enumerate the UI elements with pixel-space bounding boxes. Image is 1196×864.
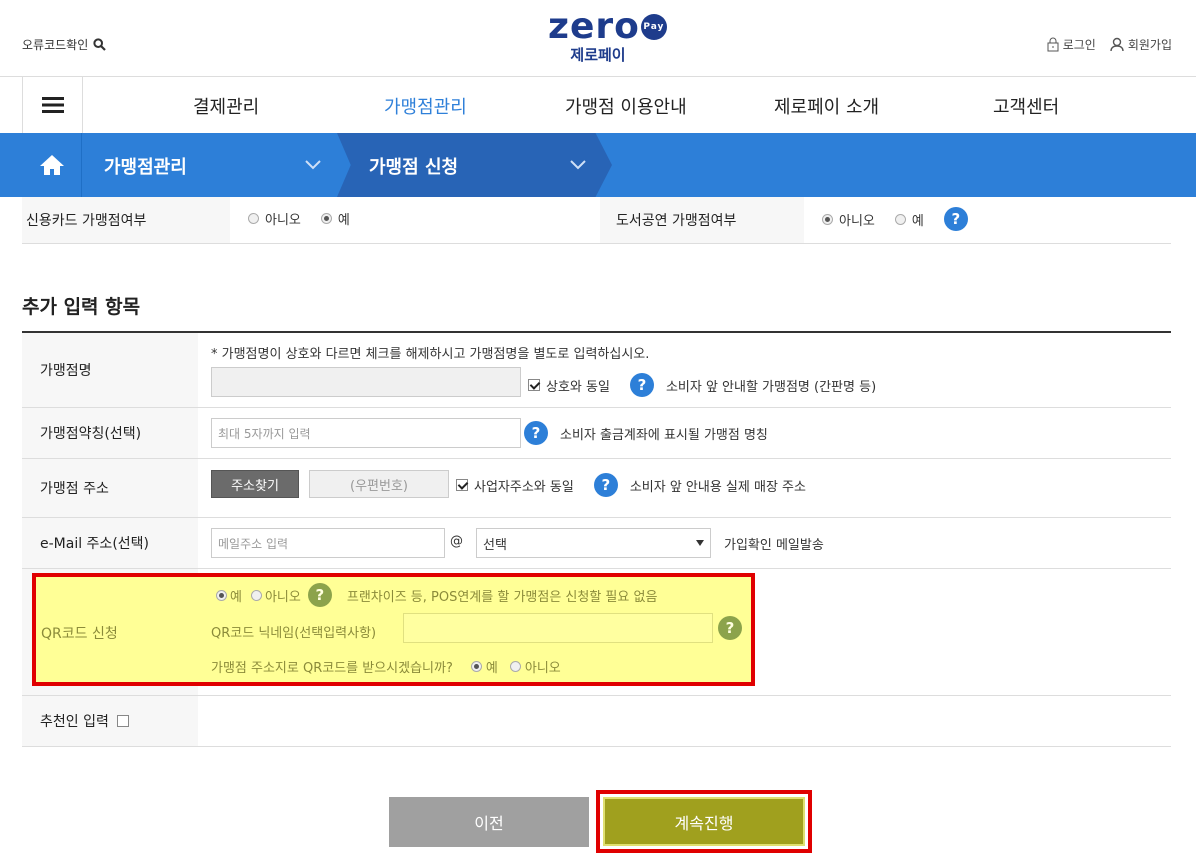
- store-abbreviation-help-text: 소비자 출금계좌에 표시될 가맹점 명칭: [560, 427, 768, 443]
- referrer-label: 추천인 입력: [40, 714, 109, 730]
- qr-address-no-label: 아니오: [524, 661, 561, 676]
- help-icon[interactable]: ?: [307, 583, 332, 607]
- email-id-input[interactable]: 메일주소 입력: [211, 528, 445, 558]
- store-name-row: 가맹점명 * 가맹점명이 상호와 다르면 체크를 해제하시고 가맹점명을 별도로…: [22, 333, 1171, 408]
- section-title: 추가 입력 항목: [22, 296, 141, 318]
- email-domain-selected: 선택: [483, 537, 507, 553]
- qr-address-yes-label: 예: [485, 661, 498, 676]
- nav-payment-management[interactable]: 결제관리: [193, 93, 259, 119]
- qr-yes-radio[interactable]: [216, 589, 227, 601]
- home-button[interactable]: [22, 133, 82, 197]
- chevron-down-icon: [305, 160, 321, 170]
- help-icon[interactable]: ?: [718, 616, 742, 640]
- nav-merchant-management[interactable]: 가맹점관리: [384, 93, 467, 119]
- main-navigation: 결제관리 가맹점관리 가맹점 이용안내 제로페이 소개 고객센터: [22, 77, 1171, 133]
- user-icon: [1110, 37, 1124, 52]
- breadcrumb-level2[interactable]: 가맹점 신청: [337, 133, 612, 197]
- menu-button[interactable]: [23, 77, 83, 133]
- location-bar: 가맹점관리 가맹점 신청: [0, 133, 1196, 197]
- qr-no-radio[interactable]: [250, 589, 262, 601]
- email-domain-select[interactable]: 선택: [476, 528, 711, 558]
- hamburger-icon: [41, 97, 64, 113]
- email-label: e-Mail 주소(선택): [22, 518, 198, 568]
- book-yes-radio[interactable]: [894, 213, 906, 225]
- same-as-business-address-checkbox[interactable]: [456, 479, 468, 491]
- error-code-check-label: 오류코드확인: [22, 38, 89, 52]
- credit-card-merchant-label: 신용카드 가맹점여부: [22, 197, 230, 243]
- store-abbreviation-label: 가맹점약칭(선택): [22, 408, 198, 458]
- qr-code-label: QR코드 신청: [41, 626, 118, 642]
- qr-note: 프랜차이즈 등, POS연계를 할 가맹점은 신청할 필요 없음: [346, 589, 658, 605]
- qr-nickname-input[interactable]: [403, 613, 713, 643]
- continue-button[interactable]: 계속진행: [603, 797, 805, 846]
- store-name-label: 가맹점명: [22, 333, 198, 407]
- store-address-row: 가맹점 주소 주소찾기 (우편번호) 사업자주소와 동일 ? 소비자 앞 안내용…: [22, 459, 1171, 518]
- prev-button[interactable]: 이전: [389, 797, 589, 847]
- logo-wordmark: zero: [548, 6, 640, 47]
- nav-customer-center[interactable]: 고객센터: [993, 93, 1059, 119]
- book-yes-label: 예: [911, 213, 924, 229]
- dropdown-arrow-icon: [696, 540, 704, 546]
- breadcrumb-level1[interactable]: 가맹점관리: [82, 133, 337, 197]
- referrer-header: 추천인 입력: [22, 696, 198, 746]
- book-no-radio[interactable]: [822, 213, 833, 225]
- qr-highlight-box: QR코드 신청 예 아니오 ? 프랜차이즈 등, POS연계를 할 가맹점은 신…: [32, 573, 755, 686]
- same-as-company-label: 상호와 동일: [546, 379, 610, 395]
- qr-no-label: 아니오: [264, 589, 301, 605]
- qr-nickname-label: QR코드 닉네임(선택입력사항): [211, 626, 377, 641]
- zipcode-field[interactable]: (우편번호): [309, 470, 449, 498]
- book-no-label: 아니오: [839, 213, 875, 229]
- nav-zeropay-intro[interactable]: 제로페이 소개: [774, 93, 879, 119]
- logo-pay-badge: Pay: [640, 14, 667, 40]
- login-label: 로그인: [1062, 38, 1096, 52]
- signup-link[interactable]: 회원가입: [1110, 36, 1172, 53]
- next-button-highlight: 계속진행: [596, 790, 812, 853]
- store-address-label: 가맹점 주소: [22, 459, 198, 517]
- store-name-note: * 가맹점명이 상호와 다르면 체크를 해제하시고 가맹점명을 별도로 입력하십…: [211, 347, 650, 362]
- same-as-business-address-label: 사업자주소와 동일: [474, 479, 574, 495]
- referrer-checkbox[interactable]: [116, 715, 129, 727]
- search-icon: [93, 38, 107, 51]
- chevron-down-icon: [570, 160, 586, 170]
- store-address-help-text: 소비자 앞 안내용 실제 매장 주소: [629, 479, 806, 495]
- store-abbreviation-input[interactable]: 최대 5자까지 입력: [211, 418, 521, 448]
- credit-yes-radio[interactable]: [320, 213, 332, 224]
- lock-icon: [1047, 37, 1059, 52]
- credit-no-label: 아니오: [265, 213, 301, 228]
- nav-merchant-guide[interactable]: 가맹점 이용안내: [565, 93, 687, 119]
- breadcrumb-level1-label: 가맹점관리: [104, 157, 187, 178]
- top-header: 오류코드확인 zero Pay 제로페이 로그인 회원가입: [0, 0, 1196, 77]
- book-merchant-label: 도서공연 가맹점여부: [600, 197, 804, 243]
- referrer-row: 추천인 입력: [22, 696, 1171, 747]
- zeropay-logo[interactable]: zero Pay 제로페이: [548, 6, 667, 68]
- merchant-type-row: 신용카드 가맹점여부 아니오 예 도서공연 가맹점여부 아니오 예 ?: [22, 197, 1171, 244]
- store-name-help-text: 소비자 앞 안내할 가맹점명 (간판명 등): [665, 379, 877, 395]
- store-abbreviation-row: 가맹점약칭(선택) 최대 5자까지 입력 ? 소비자 출금계좌에 표시될 가맹점…: [22, 408, 1171, 459]
- home-icon: [39, 155, 64, 175]
- credit-no-radio[interactable]: [248, 213, 259, 224]
- error-code-check-link[interactable]: 오류코드확인: [22, 36, 107, 53]
- email-row: e-Mail 주소(선택) 메일주소 입력 @ 선택 가입확인 메일발송: [22, 518, 1171, 569]
- qr-address-no-radio[interactable]: [509, 661, 521, 672]
- qr-address-yes-radio[interactable]: [470, 661, 482, 672]
- qr-yes-label: 예: [230, 589, 242, 605]
- login-link[interactable]: 로그인: [1047, 36, 1096, 53]
- email-note: 가입확인 메일발송: [724, 538, 824, 553]
- help-icon[interactable]: ?: [943, 207, 968, 231]
- logo-korean-name: 제로페이: [570, 46, 626, 64]
- qr-address-question: 가맹점 주소지로 QR코드를 받으시겠습니까?: [211, 661, 453, 676]
- signup-label: 회원가입: [1127, 38, 1172, 52]
- credit-yes-label: 예: [337, 213, 350, 228]
- address-search-button[interactable]: 주소찾기: [211, 470, 299, 498]
- help-icon[interactable]: ?: [524, 421, 548, 445]
- help-icon[interactable]: ?: [593, 473, 618, 497]
- help-icon[interactable]: ?: [629, 373, 654, 397]
- store-name-input[interactable]: [211, 367, 521, 397]
- same-as-company-checkbox[interactable]: [528, 379, 540, 391]
- at-sign: @: [450, 534, 463, 549]
- breadcrumb-level2-label: 가맹점 신청: [369, 157, 459, 178]
